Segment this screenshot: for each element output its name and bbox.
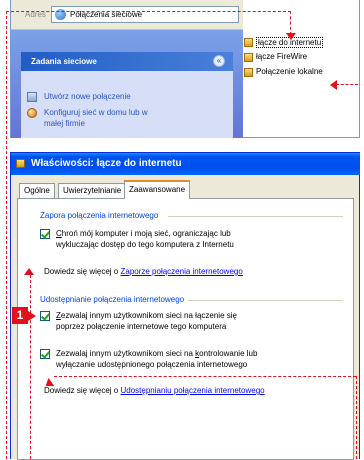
sharing-info-link[interactable]: Udostępnianiu połączenia internetowego bbox=[120, 386, 264, 395]
step-badge: 1 bbox=[12, 307, 28, 324]
firewall-checkbox[interactable] bbox=[40, 229, 50, 239]
annotation-line-sharing bbox=[30, 275, 31, 459]
tasks-pane: Zadania sieciowe « Utwórz nowe połączeni… bbox=[11, 30, 243, 138]
connection-label: Połączenie lokalne bbox=[256, 67, 323, 76]
allow-sharing-checkbox-label[interactable]: Zezwalaj innym użytkownikom sieci na łąc… bbox=[56, 310, 346, 332]
annotation-arrow-down bbox=[286, 33, 296, 40]
connection-icon bbox=[16, 159, 25, 168]
annotation-line-right bbox=[356, 376, 357, 459]
annotation-arrow-left bbox=[330, 80, 337, 90]
label-text-line2: wykluczając dostęp do tego komputera z I… bbox=[56, 240, 234, 249]
firewall-info-link[interactable]: Zaporze połączenia internetowego bbox=[120, 267, 242, 276]
tab-label: Zaawansowane bbox=[129, 185, 186, 194]
label-text: hroń mój komputer i moją sieć, ogranicza… bbox=[61, 229, 231, 238]
sharing-info: Dowiedz się więcej o Udostępnianiu połąc… bbox=[44, 386, 265, 395]
label-text-line2: wyłączanie udostępnionego połączenia int… bbox=[56, 360, 248, 369]
group-divider bbox=[188, 300, 343, 301]
step-badge-pointer bbox=[28, 311, 36, 321]
tasks-title: Zadania sieciowe bbox=[31, 57, 97, 66]
annotation-line-down bbox=[290, 11, 291, 35]
allow-control-checkbox[interactable] bbox=[40, 349, 50, 359]
tab-label: Uwierzytelnianie bbox=[63, 186, 122, 195]
label-text-line2: poprzez połączenie internetowe tego komp… bbox=[56, 322, 227, 331]
label-text: ezwalaj innym użytkownikom sieci na łącz… bbox=[60, 311, 237, 320]
connection-icon bbox=[244, 68, 253, 77]
annotation-line-top bbox=[6, 11, 291, 12]
address-bar: Adres Połączenia sieciowe bbox=[11, 0, 243, 30]
dialog-title: Właściwości: łącze do internetu bbox=[31, 158, 182, 169]
dialog-titlebar[interactable]: Właściwości: łącze do internetu bbox=[11, 153, 360, 175]
connection-label: łącze FireWire bbox=[256, 52, 308, 61]
collapse-chevron-icon[interactable]: « bbox=[213, 55, 225, 67]
allow-sharing-checkbox[interactable] bbox=[40, 311, 50, 321]
task-label-line2: małej firmie bbox=[44, 119, 85, 128]
annotation-line-control bbox=[54, 376, 356, 377]
group-divider bbox=[168, 216, 343, 217]
annotation-line-left bbox=[6, 11, 7, 459]
allow-control-checkbox-label[interactable]: Zezwalaj innym użytkownikom sieci na kon… bbox=[56, 348, 346, 370]
task-label-line1: Konfiguruj sieć w domu lub w bbox=[44, 108, 148, 117]
tab-general[interactable]: Ogólne bbox=[19, 183, 55, 198]
firewall-info: Dowiedz się więcej o Zaporze połączenia … bbox=[44, 267, 243, 276]
tab-authentication[interactable]: Uwierzytelnianie bbox=[58, 183, 127, 198]
home-network-icon bbox=[27, 108, 37, 118]
info-prefix: Dowiedz się więcej o bbox=[44, 267, 121, 276]
network-connections-window: Adres Połączenia sieciowe Zadania siecio… bbox=[10, 0, 360, 138]
connection-icon bbox=[244, 38, 253, 47]
properties-dialog: Właściwości: łącze do internetu Ogólne U… bbox=[10, 152, 360, 460]
tasks-header[interactable]: Zadania sieciowe « bbox=[21, 52, 233, 71]
address-field[interactable]: Połączenia sieciowe bbox=[51, 6, 239, 23]
annotation-arrow-up bbox=[24, 268, 34, 275]
firewall-group-title: Zapora połączenia internetowego bbox=[40, 211, 159, 220]
firewall-checkbox-label[interactable]: Chroń mój komputer i moją sieć, ogranicz… bbox=[56, 228, 346, 250]
advanced-tab-panel: Zapora połączenia internetowego Chroń mó… bbox=[17, 198, 354, 460]
connection-icon bbox=[244, 53, 253, 62]
label-text: Zezwalaj innym użytkownikom sieci na bbox=[56, 349, 196, 358]
task-label: Utwórz nowe połączenie bbox=[44, 92, 131, 101]
tab-advanced[interactable]: Zaawansowane bbox=[124, 180, 191, 199]
new-connection-icon bbox=[27, 92, 37, 102]
label-text: ontrolowanie lub bbox=[199, 349, 258, 358]
annotation-line-local bbox=[336, 84, 358, 85]
info-prefix: Dowiedz się więcej o bbox=[44, 386, 121, 395]
sharing-group-title: Udostępnianie połączenia internetowego bbox=[40, 295, 185, 304]
tab-label: Ogólne bbox=[24, 186, 50, 195]
